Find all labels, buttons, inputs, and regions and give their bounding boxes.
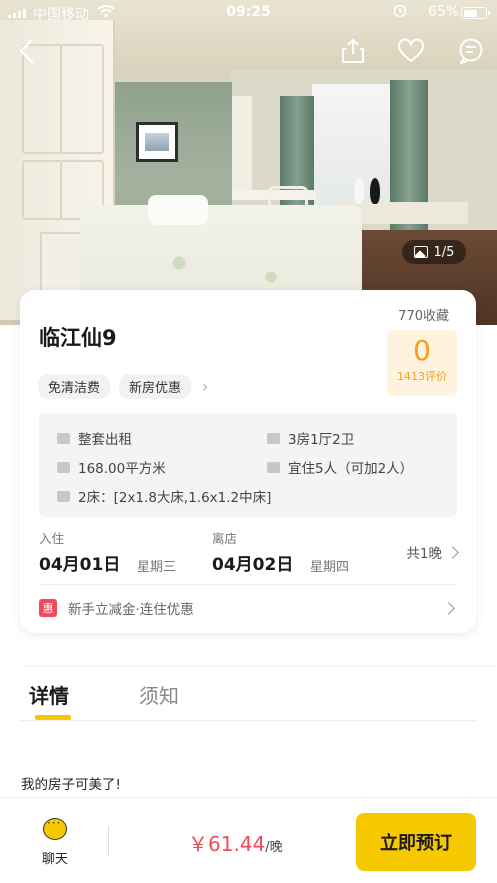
spec-beds: 2床：[2x1.8大床,1.6x1.2中床] [57, 486, 271, 506]
message-icon[interactable] [456, 36, 486, 66]
area-icon [57, 461, 70, 473]
battery-percent: 65% [428, 4, 460, 20]
price-amount: ￥61.44 [188, 832, 266, 856]
checkin-weekday: 星期三 [137, 560, 177, 575]
bottom-action-bar: 聊天 ￥61.44/晚 立即预订 [0, 797, 497, 883]
rating-box[interactable]: 0 1413评价 [387, 330, 457, 396]
back-icon[interactable] [12, 36, 42, 66]
alarm-icon [393, 4, 407, 22]
checkin-label: 入住 [39, 531, 65, 546]
nightly-price: ￥61.44/晚 [188, 828, 283, 857]
book-now-button[interactable]: 立即预订 [356, 813, 476, 871]
nights-count[interactable]: 共1晚 [406, 542, 459, 562]
chat-bubble-icon [43, 816, 67, 840]
spec-beds-text: 2床：[2x1.8大床,1.6x1.2中床] [78, 490, 272, 506]
battery-icon [461, 7, 490, 19]
tab-notice[interactable]: 须知 [139, 680, 179, 709]
date-selector[interactable]: 入住 04月01日 星期三 离店 04月02日 星期四 共1晚 [39, 528, 459, 578]
checkout-date[interactable]: 04月02日 [212, 550, 293, 575]
listing-title: 临江仙9 [39, 326, 117, 350]
image-icon [413, 246, 428, 258]
review-count: 1413评价 [397, 370, 447, 383]
signal-bars-icon [57, 432, 70, 444]
person-icon [267, 461, 280, 473]
favorite-count: 770收藏 [398, 309, 449, 324]
tab-details[interactable]: 详情 [29, 680, 69, 709]
photo-wall-art [136, 122, 178, 162]
clock: 09:25 [226, 4, 271, 20]
divider [39, 584, 457, 585]
chevron-right-icon [442, 602, 455, 615]
room-specs: 整套出租 3房1厅2卫 168.00平方米 宜住5人（可加2人） 2床：[2x1… [39, 413, 457, 517]
photo-counter-text: 1/5 [433, 244, 455, 260]
photo-counter[interactable]: 1/5 [402, 240, 466, 264]
spec-layout: 3房1厅2卫 [267, 428, 354, 448]
promo-text: 新手立减金·连住优惠 [68, 602, 194, 618]
heart-icon[interactable] [396, 36, 426, 66]
rating-score: 0 [413, 334, 431, 367]
nights-text: 共1晚 [406, 546, 442, 562]
checkout-label: 离店 [212, 531, 238, 546]
promo-row[interactable]: 惠 新手立减金·连住优惠 [39, 596, 457, 620]
spec-area-text: 168.00平方米 [78, 461, 166, 477]
spec-rent-type: 整套出租 [57, 428, 132, 448]
checkout-weekday: 星期四 [310, 560, 350, 575]
chevron-right-icon[interactable]: › [202, 377, 208, 396]
spec-area: 168.00平方米 [57, 457, 166, 477]
discount-badge-icon: 惠 [39, 599, 57, 617]
chat-button[interactable]: 聊天 [36, 816, 74, 867]
feature-tags[interactable]: 免清洁费 新房优惠 › [38, 374, 208, 399]
spec-layout-text: 3房1厅2卫 [288, 432, 355, 448]
checkin-date[interactable]: 04月01日 [39, 550, 120, 575]
detail-tabs: 详情 须知 [0, 666, 497, 722]
tabs-divider [20, 720, 476, 721]
photo-pillow [148, 195, 208, 225]
bed-icon [57, 490, 70, 502]
tag-new-house-discount: 新房优惠 [119, 374, 192, 399]
photo-swans [354, 178, 384, 206]
sofa-icon [267, 432, 280, 444]
listing-description: 我的房子可美了! [21, 777, 121, 793]
divider [108, 826, 109, 856]
share-icon[interactable] [338, 36, 368, 66]
chat-label: 聊天 [41, 852, 68, 867]
spec-guests: 宜住5人（可加2人） [267, 457, 413, 477]
price-unit: /晚 [265, 840, 283, 855]
tag-free-cleaning: 免清洁费 [38, 374, 111, 399]
spec-guests-text: 宜住5人（可加2人） [288, 461, 414, 477]
spec-rent-type-text: 整套出租 [78, 432, 132, 448]
status-bar: 中国移动 09:25 65% [0, 0, 497, 26]
chevron-right-icon [446, 545, 459, 559]
listing-info-card: 临江仙9 770收藏 0 1413评价 免清洁费 新房优惠 › 整套出租 3房1… [20, 290, 476, 633]
